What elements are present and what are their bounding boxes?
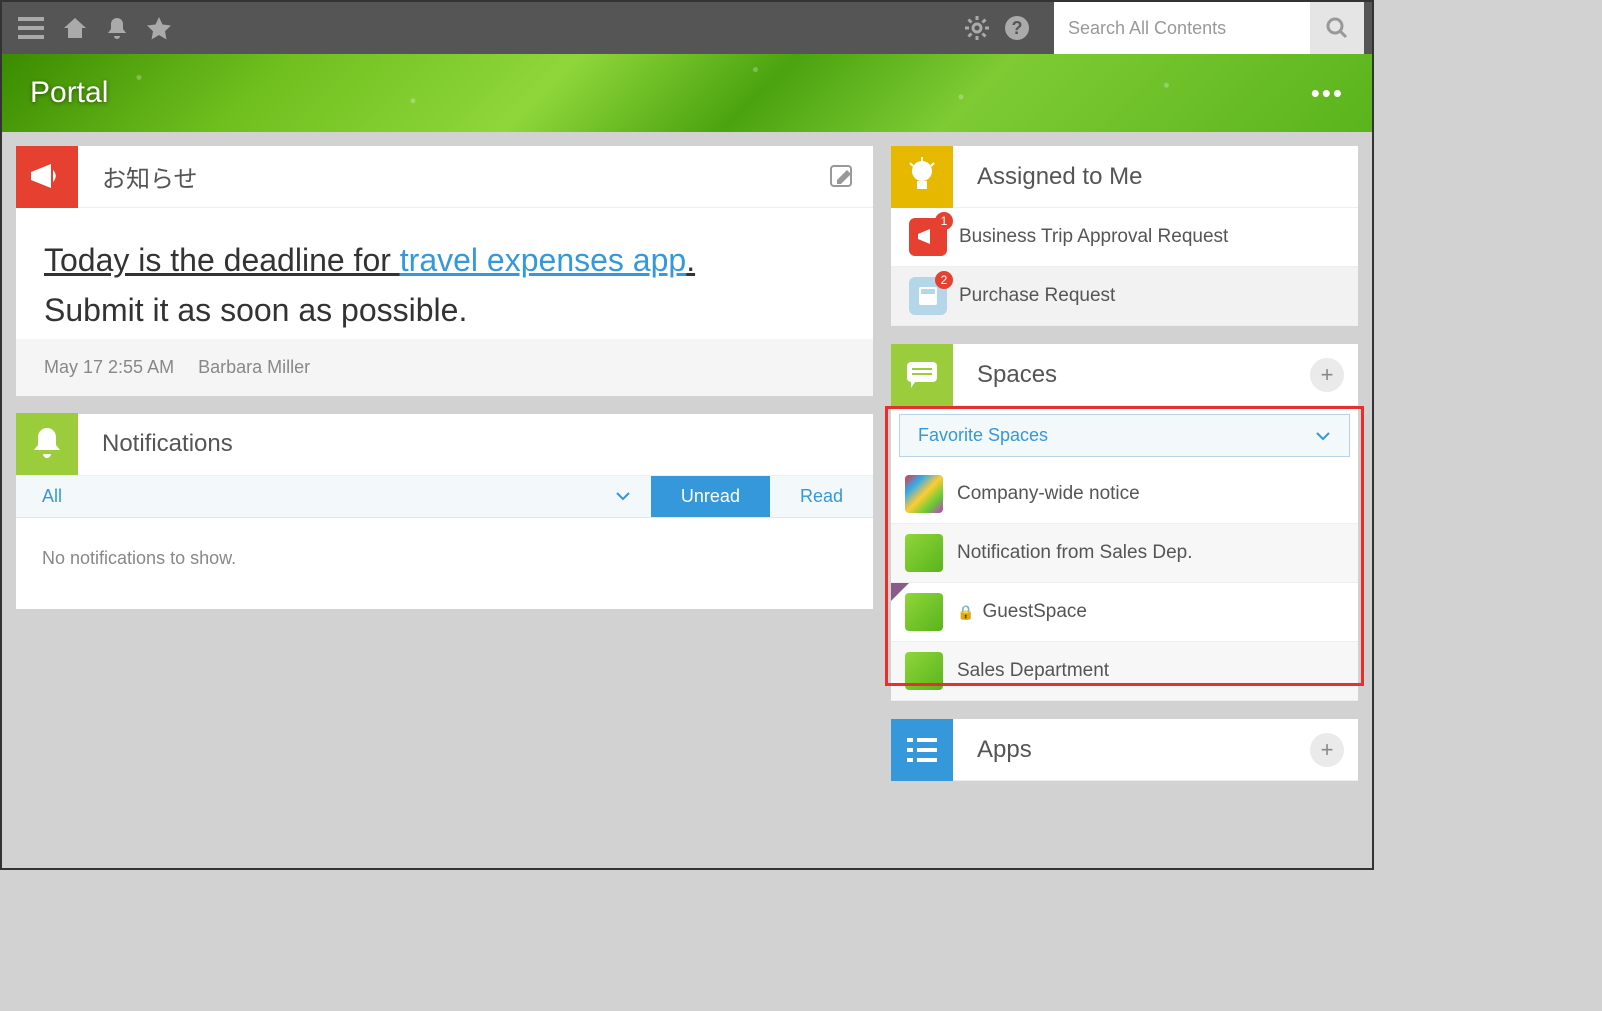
spaces-title: Spaces [953,361,1310,389]
star-icon[interactable] [146,16,172,40]
lightbulb-icon [891,146,953,208]
left-column: お知らせ Today is the deadline for travel ex… [16,146,873,781]
menu-icon[interactable] [18,17,44,39]
announcements-card: お知らせ Today is the deadline for travel ex… [16,146,873,396]
spaces-list: Company-wide notice Notification from Sa… [891,465,1358,701]
banner: Portal ••• [2,54,1372,132]
announcement-body: Today is the deadline for travel expense… [16,208,873,339]
svg-text:?: ? [1012,18,1023,38]
search-icon [1325,16,1349,40]
assigned-card: Assigned to Me 1 Business Trip Approval … [891,146,1358,326]
space-item[interactable]: Sales Department [891,642,1358,701]
list-icon [891,719,953,781]
notifications-bell-icon [16,413,78,475]
announcement-author: Barbara Miller [198,357,310,378]
megaphone-icon [16,146,78,208]
notifications-empty: No notifications to show. [16,518,873,609]
space-thumbnail [905,534,943,572]
page-title: Portal [30,76,108,110]
topbar-left [10,16,172,40]
space-label: Notification from Sales Dep. [957,542,1193,564]
space-thumbnail [905,475,943,513]
topbar-right: ? [964,2,1364,54]
assigned-item[interactable]: 1 Business Trip Approval Request [891,208,1358,267]
add-app-button[interactable]: + [1310,733,1344,767]
calculator-app-icon: 2 [909,277,947,315]
travel-expenses-link[interactable]: travel expenses app [400,242,686,278]
notifications-title: Notifications [78,430,873,458]
search-container [1054,2,1364,54]
space-item[interactable]: 🔒 GuestSpace [891,583,1358,642]
announcement-subline: Submit it as soon as possible. [44,292,845,329]
announcements-header: お知らせ [16,146,873,208]
announcement-timestamp: May 17 2:55 AM [44,357,174,378]
assigned-title: Assigned to Me [953,163,1358,191]
space-label: GuestSpace [982,601,1087,623]
space-label: Company-wide notice [957,483,1140,505]
space-thumbnail [905,652,943,690]
search-input[interactable] [1054,2,1310,54]
chat-icon [891,344,953,406]
main-content: お知らせ Today is the deadline for travel ex… [2,132,1372,795]
notifications-header: Notifications [16,414,873,476]
space-item[interactable]: Company-wide notice [891,465,1358,524]
tab-read[interactable]: Read [770,476,873,517]
spaces-card: Spaces + Favorite Spaces Company-wide no… [891,344,1358,701]
right-column: Assigned to Me 1 Business Trip Approval … [891,146,1358,781]
space-item[interactable]: Notification from Sales Dep. [891,524,1358,583]
headline-text-suffix: . [686,242,695,278]
apps-header: Apps + [891,719,1358,781]
megaphone-app-icon: 1 [909,218,947,256]
badge-count: 1 [935,212,953,230]
search-button[interactable] [1310,2,1364,54]
edit-icon[interactable] [829,164,873,190]
notifications-card: Notifications All Unread Read No notific… [16,414,873,609]
notifications-tabs: All Unread Read [16,476,873,518]
assigned-label: Business Trip Approval Request [959,226,1228,248]
chevron-down-icon [615,491,631,501]
tab-all[interactable]: All [16,476,651,517]
space-label: Sales Department [957,660,1109,682]
corner-fold-icon [891,583,909,601]
bell-icon[interactable] [106,16,128,40]
topbar: ? [2,2,1372,54]
chevron-down-icon [1315,431,1331,441]
favorite-spaces-dropdown[interactable]: Favorite Spaces [899,414,1350,457]
apps-card: Apps + [891,719,1358,781]
banner-more-icon[interactable]: ••• [1311,78,1344,109]
headline-text-prefix: Today is the deadline for [44,242,400,278]
help-icon[interactable]: ? [1004,15,1030,41]
apps-title: Apps [953,736,1310,764]
space-thumbnail [905,593,943,631]
home-icon[interactable] [62,16,88,40]
announcements-title: お知らせ [78,159,829,194]
add-space-button[interactable]: + [1310,358,1344,392]
announcement-headline: Today is the deadline for travel expense… [44,236,845,286]
spaces-header: Spaces + [891,344,1358,406]
assigned-header: Assigned to Me [891,146,1358,208]
gear-icon[interactable] [964,15,990,41]
assigned-item[interactable]: 2 Purchase Request [891,267,1358,326]
announcement-footer: May 17 2:55 AM Barbara Miller [16,339,873,396]
assigned-list: 1 Business Trip Approval Request 2 Purch… [891,208,1358,326]
tab-unread[interactable]: Unread [651,476,770,517]
lock-icon: 🔒 [957,604,974,621]
assigned-label: Purchase Request [959,285,1115,307]
badge-count: 2 [935,271,953,289]
